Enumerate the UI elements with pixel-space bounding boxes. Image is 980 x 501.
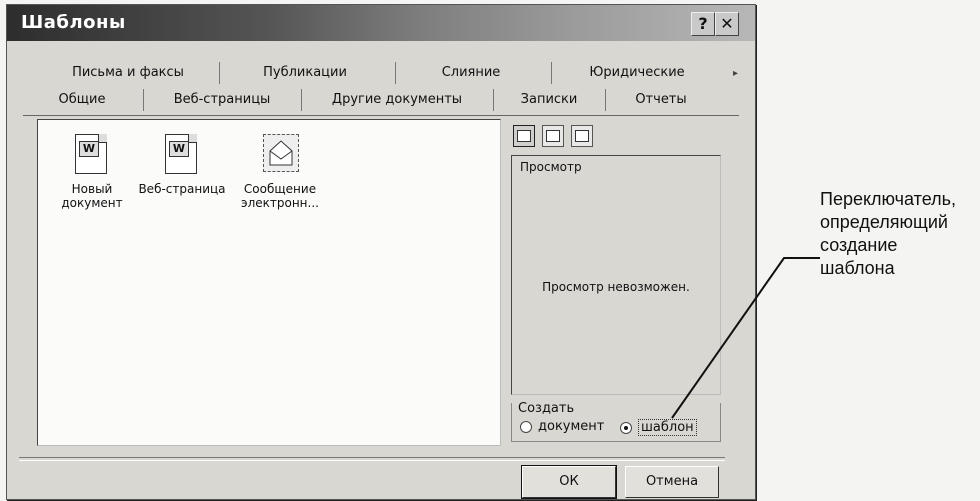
callout-line-3: создание [820, 235, 898, 255]
callout-line-4: шаблона [820, 258, 895, 278]
callout-line-2: определяющий [820, 212, 948, 232]
callout-line-1: Переключатель, [820, 189, 956, 209]
callout-annotation: Переключатель, определяющий создание шаб… [820, 188, 980, 280]
